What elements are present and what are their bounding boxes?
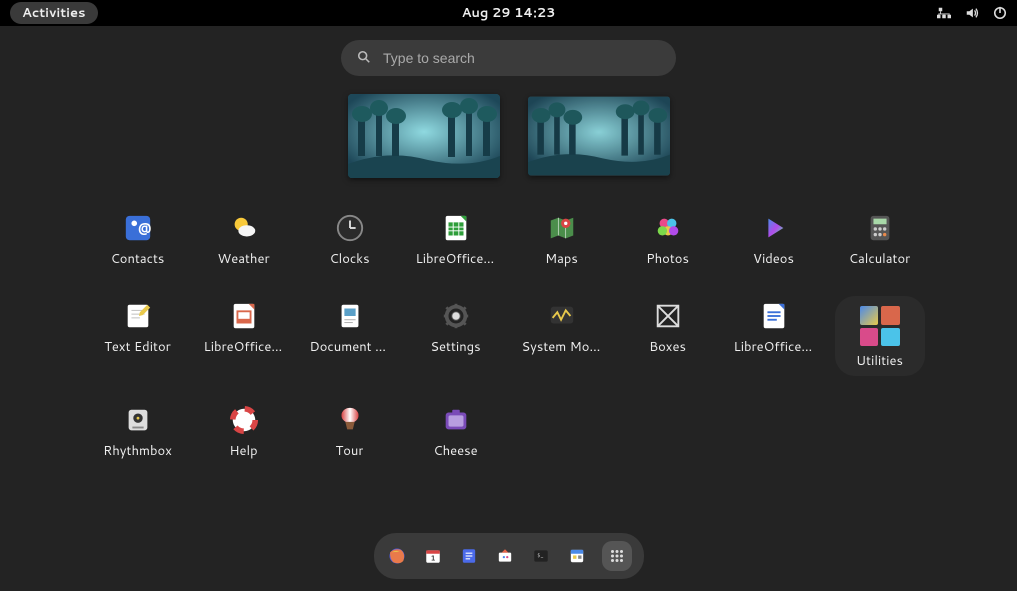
app-weather[interactable]: Weather [199,208,289,272]
app-label: Clocks [329,250,369,268]
workspace-2[interactable] [528,96,670,176]
app-maps[interactable]: Maps [517,208,607,272]
dash-files[interactable] [566,545,588,567]
app-label: Photos [646,250,689,268]
app-libreoffice-impress[interactable]: LibreOffice Impress [199,296,289,376]
app-label: Calculator [849,250,910,268]
svg-text:@: @ [137,219,150,237]
dash-firefox[interactable] [386,545,408,567]
app-libreoffice-writer[interactable]: LibreOffice Writer [729,296,819,376]
network-icon[interactable] [937,6,951,20]
app-label: Videos [753,250,794,268]
app-folder-utilities[interactable]: Utilities [835,296,925,376]
app-label: LibreOffice Impress [204,338,284,356]
app-text-editor[interactable]: Text Editor [93,296,183,376]
app-label: Help [229,442,257,460]
calculator-icon [864,212,896,244]
settings-icon [440,300,472,332]
clocks-icon [334,212,366,244]
svg-text:1: 1 [430,555,435,564]
app-libreoffice-calc[interactable]: LibreOffice Calc [411,208,501,272]
dash-show-apps[interactable] [602,541,632,571]
maps-icon [546,212,578,244]
app-system-monitor[interactable]: System Monitor [517,296,607,376]
system-tray[interactable] [937,6,1007,20]
app-videos[interactable]: Videos [729,208,819,272]
app-label: Boxes [649,338,686,356]
app-label: Contacts [111,250,165,268]
clock[interactable]: Aug 29 14:23 [462,4,556,22]
power-icon[interactable] [993,6,1007,20]
photos-icon [652,212,684,244]
search-input[interactable] [383,50,660,66]
dash-terminal[interactable]: $_ [530,545,552,567]
app-photos[interactable]: Photos [623,208,713,272]
app-label: LibreOffice Calc [416,250,496,268]
dash: 1 $_ [374,533,644,579]
top-bar: Activities Aug 29 14:23 [0,0,1017,26]
workspace-1[interactable] [348,94,500,178]
app-label: Weather [217,250,269,268]
writer-icon [758,300,790,332]
text-editor-icon [122,300,154,332]
app-label: Document Viewer [310,338,390,356]
app-rhythmbox[interactable]: Rhythmbox [93,400,183,464]
app-label: Utilities [856,352,903,370]
app-label: Cheese [433,442,477,460]
app-label: Tour [336,442,364,460]
app-tour[interactable]: Tour [305,400,395,464]
app-cheese[interactable]: Cheese [411,400,501,464]
app-contacts[interactable]: @ Contacts [93,208,183,272]
app-help[interactable]: Help [199,400,289,464]
app-label: Rhythmbox [103,442,172,460]
boxes-icon [652,300,684,332]
contacts-icon: @ [122,212,154,244]
app-label: LibreOffice Writer [734,338,814,356]
dash-todo[interactable] [458,545,480,567]
app-label: Maps [545,250,578,268]
app-settings[interactable]: Settings [411,296,501,376]
rhythmbox-icon [122,404,154,436]
workspace-switcher [0,94,1017,178]
document-viewer-icon [334,300,366,332]
app-grid: @ Contacts Weather Clocks LibreOffice Ca… [0,208,1017,464]
app-label: Text Editor [104,338,171,356]
cheese-icon [440,404,472,436]
dash-calendar[interactable]: 1 [422,545,444,567]
activities-button[interactable]: Activities [10,2,98,24]
videos-icon [758,212,790,244]
tour-icon [334,404,366,436]
app-boxes[interactable]: Boxes [623,296,713,376]
dash-software[interactable] [494,545,516,567]
app-label: System Monitor [522,338,602,356]
volume-icon[interactable] [965,6,979,20]
app-clocks[interactable]: Clocks [305,208,395,272]
utilities-folder-icon [860,306,900,346]
search-icon [357,47,371,70]
system-monitor-icon [546,300,578,332]
calc-icon [440,212,472,244]
help-icon [228,404,260,436]
app-calculator[interactable]: Calculator [835,208,925,272]
search-bar[interactable] [341,40,676,76]
app-document-viewer[interactable]: Document Viewer [305,296,395,376]
app-label: Settings [430,338,480,356]
impress-icon [228,300,260,332]
weather-icon [228,212,260,244]
svg-text:$_: $_ [537,552,543,560]
